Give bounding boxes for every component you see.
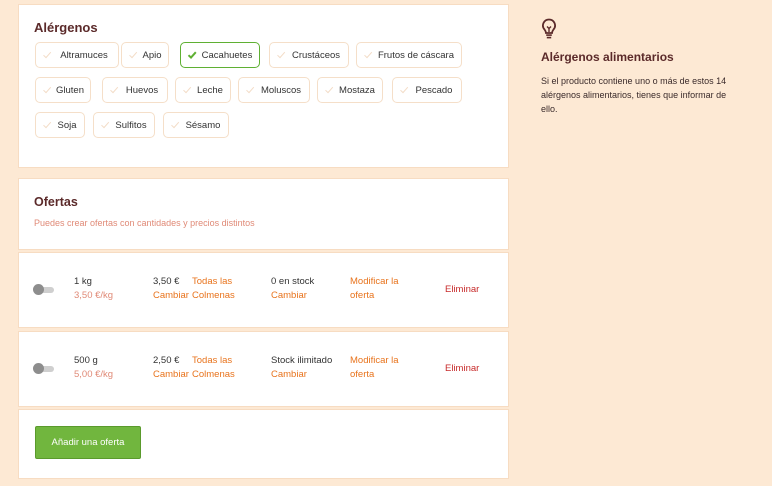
checkmark-icon	[171, 121, 180, 129]
offer-price-cell: 2,50 € Cambiar	[153, 354, 189, 382]
hives-link-line2: Colmenas	[192, 369, 235, 380]
offer-row: 1 kg 3,50 €/kg 3,50 € Cambiar Todas las …	[18, 252, 509, 328]
hives-link-line2: Colmenas	[192, 290, 235, 301]
allergen-chip-label: Cacahuetes	[201, 49, 253, 61]
allergen-chip[interactable]: Moluscos	[238, 77, 310, 103]
hives-link-line1: Todas las	[192, 355, 233, 366]
allergen-chip[interactable]: Gluten	[35, 77, 91, 103]
offer-row: 500 g 5,00 €/kg 2,50 € Cambiar Todas las…	[18, 331, 509, 407]
toggle-knob	[33, 363, 44, 374]
info-text: Si el producto contiene uno o más de est…	[541, 76, 727, 114]
offer-price: 3,50 €	[153, 276, 180, 287]
allergen-chip[interactable]: Frutos de cáscara	[356, 42, 462, 68]
modify-offer-link[interactable]: Modificar la oferta	[350, 354, 399, 382]
offer-unit-price: 3,50 €/kg	[74, 290, 114, 301]
checkmark-icon	[277, 51, 286, 59]
change-price-link[interactable]: Cambiar	[153, 368, 189, 382]
allergen-chip[interactable]: Altramuces	[35, 42, 119, 68]
allergen-chip[interactable]: Soja	[35, 112, 85, 138]
checkmark-icon	[43, 51, 52, 59]
allergen-chip[interactable]: Leche	[175, 77, 231, 103]
allergen-chip[interactable]: Apio	[121, 42, 169, 68]
allergen-chip[interactable]: Sésamo	[163, 112, 229, 138]
toggle-knob	[33, 284, 44, 295]
checkmark-icon	[110, 86, 119, 94]
offer-quantity: 1 kg	[74, 276, 92, 287]
checkmark-icon	[364, 51, 373, 59]
allergen-chip-label: Crustáceos	[291, 49, 341, 61]
allergen-chip-label: Sésamo	[185, 119, 221, 131]
allergen-chip-label: Frutos de cáscara	[377, 49, 455, 61]
offers-subtitle: Puedes crear ofertas con cantidades y pr…	[34, 218, 255, 228]
allergen-chip-label: Soja	[57, 119, 77, 131]
offer-stock: Stock ilimitado	[271, 355, 333, 366]
allergen-chip-label: Apio	[142, 49, 162, 61]
checkmark-icon	[325, 86, 334, 94]
allergen-chip[interactable]: Cacahuetes	[180, 42, 260, 68]
checkmark-icon	[101, 121, 110, 129]
hives-link-line1: Todas las	[192, 276, 233, 287]
allergen-chip-label: Moluscos	[260, 84, 302, 96]
allergen-chip-label: Sulfitos	[115, 119, 147, 131]
add-offer-card: Añadir una oferta	[18, 409, 509, 479]
offer-toggle[interactable]	[33, 284, 55, 296]
checkmark-icon	[183, 86, 192, 94]
hives-link[interactable]: Todas las Colmenas	[192, 275, 235, 303]
checkmark-icon	[129, 51, 138, 59]
allergen-chip-label: Altramuces	[60, 49, 108, 61]
lightbulb-icon	[541, 18, 557, 40]
allergen-chip-label: Leche	[197, 84, 223, 96]
offer-price-cell: 3,50 € Cambiar	[153, 275, 189, 303]
checkmark-icon	[400, 86, 409, 94]
offers-header-card: Ofertas Puedes crear ofertas con cantida…	[18, 178, 509, 250]
checkmark-icon	[43, 86, 52, 94]
allergens-card: Alérgenos Altramuces Apio Cacahuetes Crustá…	[18, 4, 509, 168]
offer-stock-cell: 0 en stock Cambiar	[271, 275, 314, 303]
allergens-title: Alérgenos	[34, 20, 98, 35]
allergen-chip[interactable]: Pescado	[392, 77, 462, 103]
modify-offer-line2: oferta	[350, 290, 375, 301]
change-stock-link[interactable]: Cambiar	[271, 368, 332, 382]
change-price-link[interactable]: Cambiar	[153, 289, 189, 303]
offers-title: Ofertas	[34, 195, 78, 209]
modify-offer-line2: oferta	[350, 369, 375, 380]
allergen-chip[interactable]: Huevos	[102, 77, 168, 103]
checkmark-icon	[43, 121, 52, 129]
delete-offer-link[interactable]: Eliminar	[445, 283, 479, 297]
allergen-chip[interactable]: Mostaza	[317, 77, 383, 103]
allergen-chip-label: Mostaza	[339, 84, 375, 96]
allergen-chip-label: Gluten	[56, 84, 84, 96]
modify-offer-line1: Modificar la	[350, 276, 399, 287]
checkmark-icon	[246, 86, 255, 94]
allergen-chip-label: Huevos	[125, 84, 159, 96]
allergen-chip-label: Pescado	[415, 84, 453, 96]
checkmark-icon	[187, 51, 197, 60]
offer-stock-cell: Stock ilimitado Cambiar	[271, 354, 332, 382]
allergen-chip[interactable]: Crustáceos	[269, 42, 349, 68]
modify-offer-link[interactable]: Modificar la oferta	[350, 275, 399, 303]
offer-quantity-cell: 1 kg 3,50 €/kg	[74, 275, 113, 303]
change-stock-link[interactable]: Cambiar	[271, 289, 314, 303]
delete-offer-link[interactable]: Eliminar	[445, 362, 479, 376]
add-offer-button[interactable]: Añadir una oferta	[35, 426, 141, 459]
allergen-chip[interactable]: Sulfitos	[93, 112, 155, 138]
offer-quantity: 500 g	[74, 355, 98, 366]
hives-link[interactable]: Todas las Colmenas	[192, 354, 235, 382]
offer-toggle[interactable]	[33, 363, 55, 375]
offer-stock: 0 en stock	[271, 276, 315, 287]
modify-offer-line1: Modificar la	[350, 355, 399, 366]
offer-quantity-cell: 500 g 5,00 €/kg	[74, 354, 113, 382]
info-title: Alérgenos alimentarios	[541, 50, 674, 64]
offer-unit-price: 5,00 €/kg	[74, 369, 114, 380]
offer-price: 2,50 €	[153, 355, 180, 366]
